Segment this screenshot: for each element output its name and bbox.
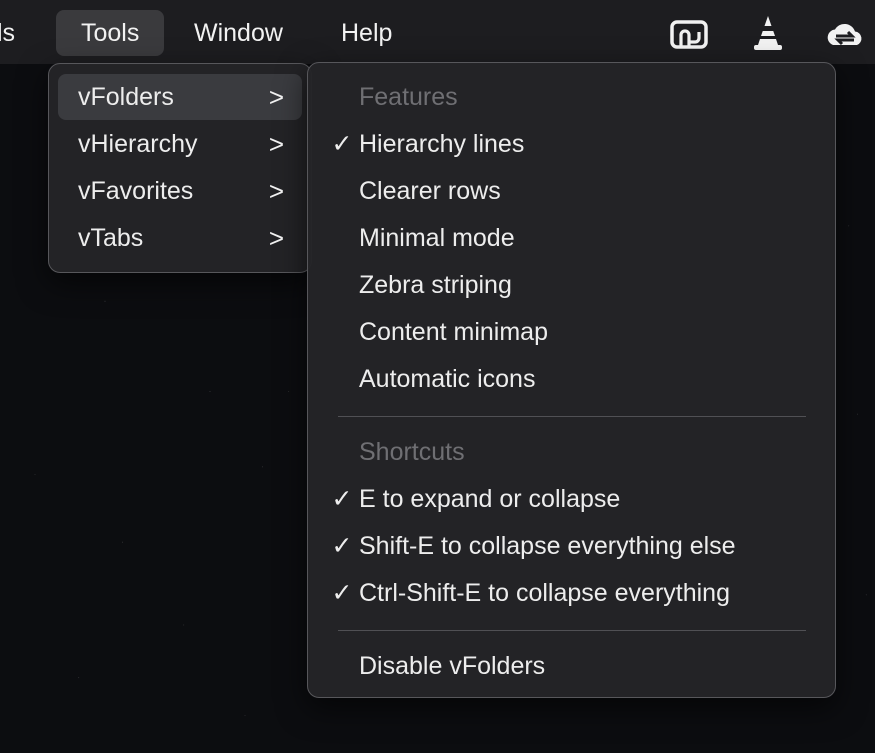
menu-item-label: Minimal mode	[359, 224, 515, 252]
menu-item-label: Ctrl-Shift-E to collapse everything	[359, 579, 730, 607]
chevron-right-icon: >	[268, 129, 284, 159]
menu-item-vfolders[interactable]: vFolders >	[58, 74, 302, 120]
menu-item-label: Automatic icons	[359, 365, 536, 393]
checkmark-icon: ✓	[331, 130, 353, 158]
menu-item-label: vFolders	[78, 83, 174, 111]
menu-item-automatic-icons[interactable]: Automatic icons	[308, 356, 835, 402]
features-header: Features	[308, 74, 835, 120]
menu-item-zebra-striping[interactable]: Zebra striping	[308, 262, 835, 308]
features-header-label: Features	[359, 83, 458, 111]
menu-item-vtabs[interactable]: vTabs >	[58, 215, 302, 261]
menu-item-label: E to expand or collapse	[359, 485, 621, 513]
menu-item-expand-collapse[interactable]: ✓ E to expand or collapse	[308, 476, 835, 522]
menu-item-label: Content minimap	[359, 318, 548, 346]
menu-item-label: Zebra striping	[359, 271, 512, 299]
menu-item-content-minimap[interactable]: Content minimap	[308, 309, 835, 355]
menu-item-vhierarchy[interactable]: vHierarchy >	[58, 121, 302, 167]
chevron-right-icon: >	[268, 82, 284, 112]
shortcuts-header-label: Shortcuts	[359, 438, 465, 466]
menubar-item-tools[interactable]: Tools	[56, 10, 165, 56]
menu-item-label: Hierarchy lines	[359, 130, 525, 158]
menu-item-collapse-everything[interactable]: ✓ Ctrl-Shift-E to collapse everything	[308, 570, 835, 616]
menu-bar: ls Tools Window Help	[0, 0, 875, 64]
menu-item-disable-vfolders[interactable]: Disable vFolders	[308, 643, 835, 689]
menubar-item-help[interactable]: Help	[341, 10, 392, 56]
menu-item-label: Clearer rows	[359, 177, 501, 205]
checkmark-icon: ✓	[331, 532, 353, 560]
checkmark-icon: ✓	[331, 485, 353, 513]
shortcuts-header: Shortcuts	[308, 429, 835, 475]
vlc-cone-icon[interactable]	[751, 14, 785, 57]
menu-item-label: Shift-E to collapse everything else	[359, 532, 736, 560]
cloud-sync-icon[interactable]	[825, 19, 865, 56]
menu-separator	[338, 416, 806, 417]
menu-item-label: vHierarchy	[78, 130, 198, 158]
vfolders-submenu: Features ✓ Hierarchy lines Clearer rows …	[307, 62, 836, 698]
menu-item-hierarchy-lines[interactable]: ✓ Hierarchy lines	[308, 121, 835, 167]
menu-item-label: vFavorites	[78, 177, 194, 205]
screen-share-icon[interactable]	[670, 20, 708, 55]
checkmark-icon: ✓	[331, 579, 353, 607]
menu-item-label: Disable vFolders	[359, 652, 546, 680]
menubar-item-window[interactable]: Window	[194, 10, 283, 56]
tools-menu: vFolders > vHierarchy > vFavorites > vTa…	[48, 63, 312, 273]
menu-item-minimal-mode[interactable]: Minimal mode	[308, 215, 835, 261]
menu-item-clearer-rows[interactable]: Clearer rows	[308, 168, 835, 214]
chevron-right-icon: >	[268, 176, 284, 206]
menubar-item-tools-partial[interactable]: ls	[0, 10, 15, 56]
menu-item-collapse-everything-else[interactable]: ✓ Shift-E to collapse everything else	[308, 523, 835, 569]
chevron-right-icon: >	[268, 223, 284, 253]
menu-item-label: vTabs	[78, 224, 144, 252]
menu-item-vfavorites[interactable]: vFavorites >	[58, 168, 302, 214]
menu-separator	[338, 630, 806, 631]
